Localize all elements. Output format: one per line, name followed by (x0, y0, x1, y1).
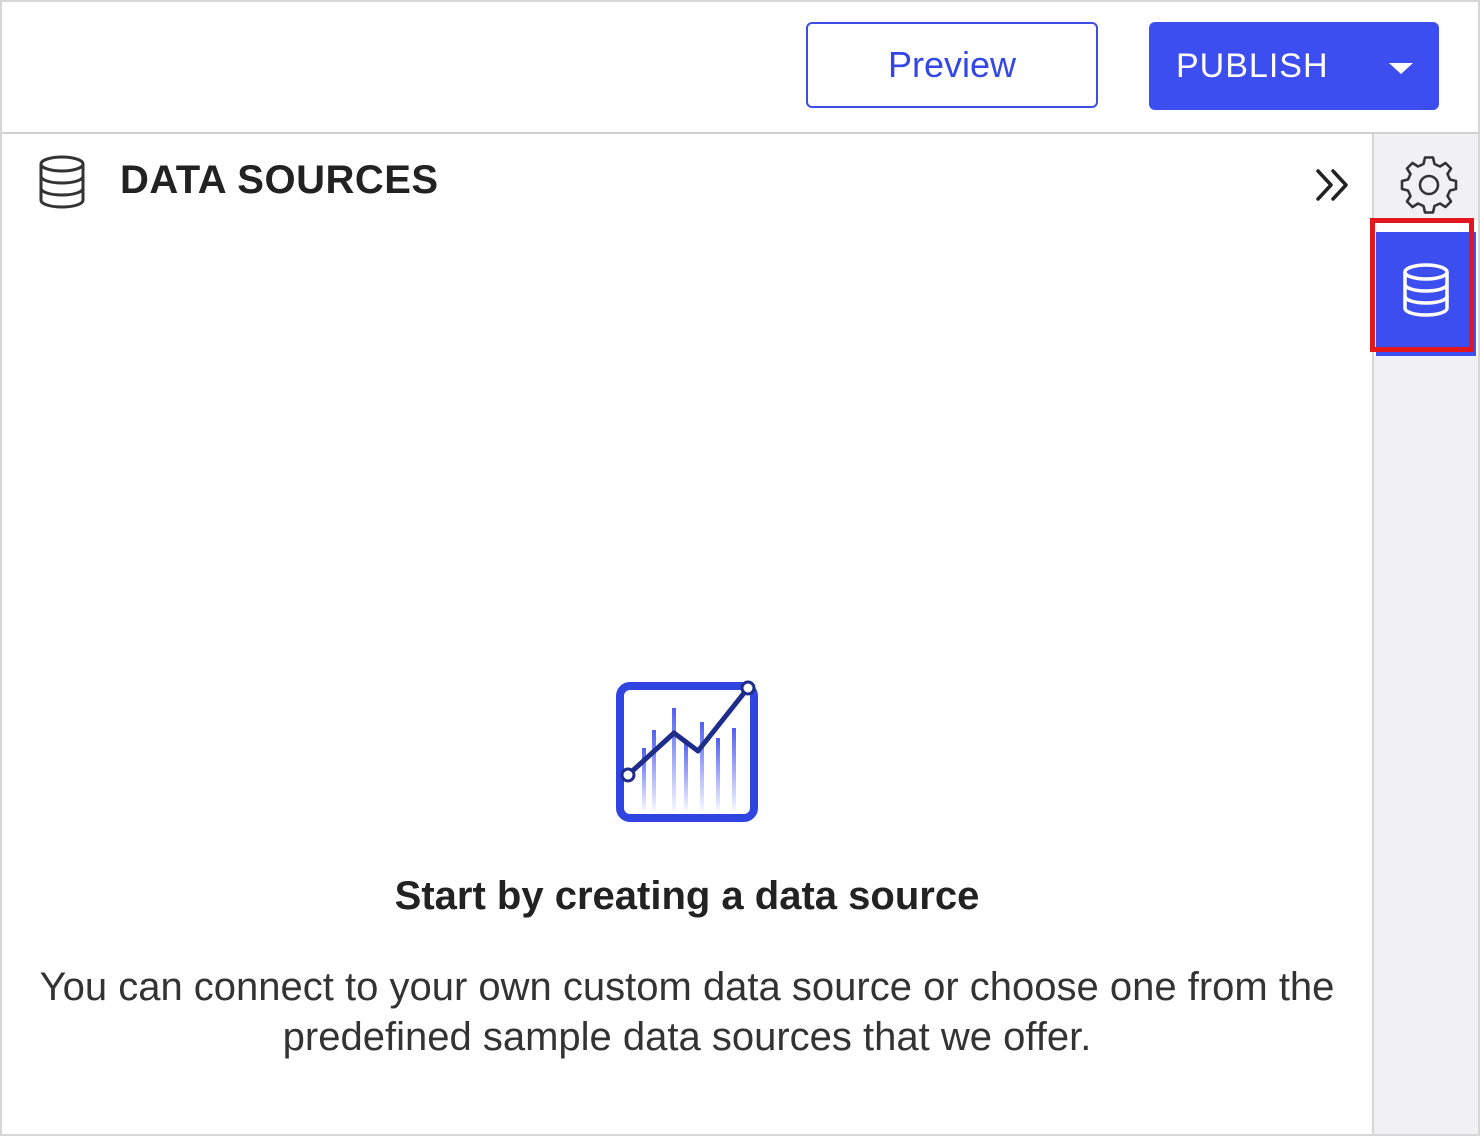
empty-state-title: Start by creating a data source (394, 874, 980, 918)
panel-header: DATA SOURCES (2, 134, 1372, 226)
double-chevron-right-icon[interactable] (1312, 164, 1354, 206)
line-chart-icon (612, 678, 764, 828)
publish-button-label: PUBLISH (1176, 46, 1329, 85)
gear-icon[interactable] (1400, 156, 1458, 214)
app-frame: Preview PUBLISH DATA SOURCES Start by cr… (0, 0, 1480, 1136)
caret-down-icon[interactable] (1385, 52, 1417, 84)
preview-button-label: Preview (887, 44, 1017, 85)
highlight-annotation-box (1370, 218, 1474, 352)
database-icon (36, 154, 88, 210)
data-sources-panel: DATA SOURCES Start by creating a data so… (2, 134, 1372, 1134)
preview-button[interactable]: Preview (806, 22, 1098, 108)
top-toolbar: Preview PUBLISH (2, 2, 1478, 134)
panel-title: DATA SOURCES (120, 157, 439, 202)
publish-button[interactable]: PUBLISH (1149, 22, 1439, 110)
empty-state-description: You can connect to your own custom data … (39, 965, 1335, 1059)
